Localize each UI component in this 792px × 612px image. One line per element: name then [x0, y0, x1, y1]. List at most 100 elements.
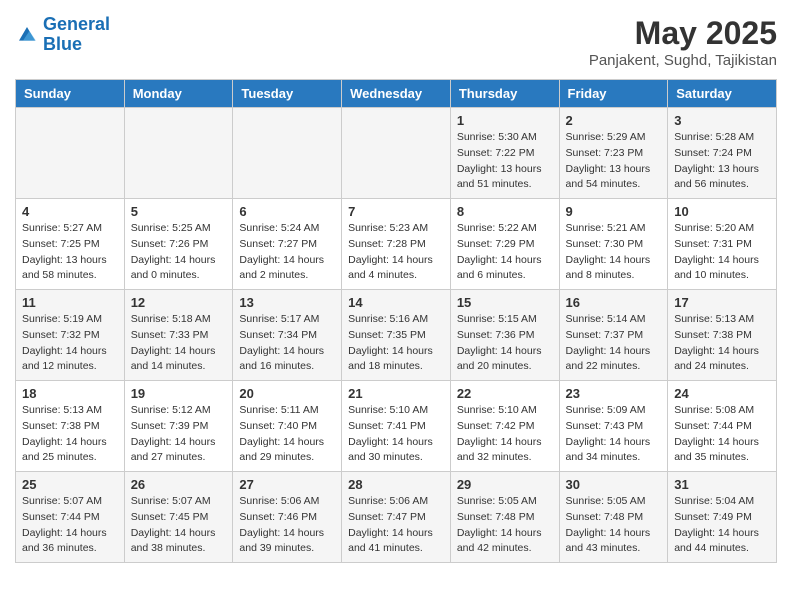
day-info: Sunrise: 5:11 AM Sunset: 7:40 PM Dayligh…: [239, 403, 335, 466]
daylight-text: Daylight: 14 hours and 24 minutes.: [674, 344, 770, 376]
day-number: 29: [457, 477, 553, 492]
day-info: Sunrise: 5:12 AM Sunset: 7:39 PM Dayligh…: [131, 403, 227, 466]
sunset-text: Sunset: 7:49 PM: [674, 510, 770, 526]
daylight-text: Daylight: 14 hours and 16 minutes.: [239, 344, 335, 376]
day-number: 14: [348, 295, 444, 310]
calendar-cell-4-1: 18 Sunrise: 5:13 AM Sunset: 7:38 PM Dayl…: [16, 381, 125, 472]
sunrise-text: Sunrise: 5:20 AM: [674, 221, 770, 237]
calendar-cell-5-1: 25 Sunrise: 5:07 AM Sunset: 7:44 PM Dayl…: [16, 472, 125, 563]
day-number: 4: [22, 204, 118, 219]
calendar-cell-5-3: 27 Sunrise: 5:06 AM Sunset: 7:46 PM Dayl…: [233, 472, 342, 563]
daylight-text: Daylight: 14 hours and 0 minutes.: [131, 253, 227, 285]
day-info: Sunrise: 5:05 AM Sunset: 7:48 PM Dayligh…: [566, 494, 662, 557]
calendar-week-2: 4 Sunrise: 5:27 AM Sunset: 7:25 PM Dayli…: [16, 199, 777, 290]
sunset-text: Sunset: 7:44 PM: [674, 419, 770, 435]
calendar-header: SundayMondayTuesdayWednesdayThursdayFrid…: [16, 80, 777, 108]
daylight-text: Daylight: 14 hours and 41 minutes.: [348, 526, 444, 558]
calendar-cell-4-3: 20 Sunrise: 5:11 AM Sunset: 7:40 PM Dayl…: [233, 381, 342, 472]
location: Panjakent, Sughd, Tajikistan: [589, 52, 777, 69]
sunrise-text: Sunrise: 5:28 AM: [674, 130, 770, 146]
calendar-cell-1-2: [124, 108, 233, 199]
daylight-text: Daylight: 13 hours and 54 minutes.: [566, 162, 662, 194]
daylight-text: Daylight: 14 hours and 36 minutes.: [22, 526, 118, 558]
sunrise-text: Sunrise: 5:22 AM: [457, 221, 553, 237]
calendar-cell-5-6: 30 Sunrise: 5:05 AM Sunset: 7:48 PM Dayl…: [559, 472, 668, 563]
daylight-text: Daylight: 14 hours and 42 minutes.: [457, 526, 553, 558]
day-info: Sunrise: 5:14 AM Sunset: 7:37 PM Dayligh…: [566, 312, 662, 375]
sunrise-text: Sunrise: 5:18 AM: [131, 312, 227, 328]
day-info: Sunrise: 5:24 AM Sunset: 7:27 PM Dayligh…: [239, 221, 335, 284]
day-number: 30: [566, 477, 662, 492]
sunrise-text: Sunrise: 5:04 AM: [674, 494, 770, 510]
day-info: Sunrise: 5:10 AM Sunset: 7:42 PM Dayligh…: [457, 403, 553, 466]
sunset-text: Sunset: 7:32 PM: [22, 328, 118, 344]
daylight-text: Daylight: 14 hours and 18 minutes.: [348, 344, 444, 376]
daylight-text: Daylight: 14 hours and 38 minutes.: [131, 526, 227, 558]
sunrise-text: Sunrise: 5:10 AM: [457, 403, 553, 419]
sunset-text: Sunset: 7:26 PM: [131, 237, 227, 253]
sunrise-text: Sunrise: 5:14 AM: [566, 312, 662, 328]
calendar-body: 1 Sunrise: 5:30 AM Sunset: 7:22 PM Dayli…: [16, 108, 777, 563]
day-number: 6: [239, 204, 335, 219]
daylight-text: Daylight: 14 hours and 34 minutes.: [566, 435, 662, 467]
daylight-text: Daylight: 14 hours and 22 minutes.: [566, 344, 662, 376]
day-info: Sunrise: 5:19 AM Sunset: 7:32 PM Dayligh…: [22, 312, 118, 375]
weekday-header-tuesday: Tuesday: [233, 80, 342, 108]
calendar-cell-3-2: 12 Sunrise: 5:18 AM Sunset: 7:33 PM Dayl…: [124, 290, 233, 381]
day-number: 12: [131, 295, 227, 310]
calendar-cell-3-6: 16 Sunrise: 5:14 AM Sunset: 7:37 PM Dayl…: [559, 290, 668, 381]
calendar-table: SundayMondayTuesdayWednesdayThursdayFrid…: [15, 79, 777, 563]
day-info: Sunrise: 5:07 AM Sunset: 7:45 PM Dayligh…: [131, 494, 227, 557]
daylight-text: Daylight: 14 hours and 20 minutes.: [457, 344, 553, 376]
sunrise-text: Sunrise: 5:12 AM: [131, 403, 227, 419]
calendar-cell-3-3: 13 Sunrise: 5:17 AM Sunset: 7:34 PM Dayl…: [233, 290, 342, 381]
sunset-text: Sunset: 7:25 PM: [22, 237, 118, 253]
sunset-text: Sunset: 7:29 PM: [457, 237, 553, 253]
daylight-text: Daylight: 14 hours and 2 minutes.: [239, 253, 335, 285]
calendar-cell-5-5: 29 Sunrise: 5:05 AM Sunset: 7:48 PM Dayl…: [450, 472, 559, 563]
day-number: 7: [348, 204, 444, 219]
day-number: 1: [457, 113, 553, 128]
sunrise-text: Sunrise: 5:10 AM: [348, 403, 444, 419]
sunset-text: Sunset: 7:38 PM: [22, 419, 118, 435]
day-number: 26: [131, 477, 227, 492]
day-info: Sunrise: 5:10 AM Sunset: 7:41 PM Dayligh…: [348, 403, 444, 466]
daylight-text: Daylight: 14 hours and 29 minutes.: [239, 435, 335, 467]
calendar-cell-4-6: 23 Sunrise: 5:09 AM Sunset: 7:43 PM Dayl…: [559, 381, 668, 472]
calendar-cell-4-4: 21 Sunrise: 5:10 AM Sunset: 7:41 PM Dayl…: [342, 381, 451, 472]
day-number: 15: [457, 295, 553, 310]
calendar-cell-1-3: [233, 108, 342, 199]
logo-icon: [15, 23, 39, 47]
sunrise-text: Sunrise: 5:30 AM: [457, 130, 553, 146]
day-number: 8: [457, 204, 553, 219]
sunrise-text: Sunrise: 5:21 AM: [566, 221, 662, 237]
daylight-text: Daylight: 14 hours and 35 minutes.: [674, 435, 770, 467]
day-info: Sunrise: 5:13 AM Sunset: 7:38 PM Dayligh…: [22, 403, 118, 466]
calendar-cell-3-1: 11 Sunrise: 5:19 AM Sunset: 7:32 PM Dayl…: [16, 290, 125, 381]
page-header: General Blue May 2025 Panjakent, Sughd, …: [15, 15, 777, 69]
day-info: Sunrise: 5:20 AM Sunset: 7:31 PM Dayligh…: [674, 221, 770, 284]
day-number: 24: [674, 386, 770, 401]
day-info: Sunrise: 5:13 AM Sunset: 7:38 PM Dayligh…: [674, 312, 770, 375]
calendar-cell-5-2: 26 Sunrise: 5:07 AM Sunset: 7:45 PM Dayl…: [124, 472, 233, 563]
day-info: Sunrise: 5:06 AM Sunset: 7:46 PM Dayligh…: [239, 494, 335, 557]
day-info: Sunrise: 5:27 AM Sunset: 7:25 PM Dayligh…: [22, 221, 118, 284]
calendar-cell-2-3: 6 Sunrise: 5:24 AM Sunset: 7:27 PM Dayli…: [233, 199, 342, 290]
calendar-cell-2-4: 7 Sunrise: 5:23 AM Sunset: 7:28 PM Dayli…: [342, 199, 451, 290]
sunset-text: Sunset: 7:47 PM: [348, 510, 444, 526]
day-info: Sunrise: 5:16 AM Sunset: 7:35 PM Dayligh…: [348, 312, 444, 375]
calendar-cell-2-7: 10 Sunrise: 5:20 AM Sunset: 7:31 PM Dayl…: [668, 199, 777, 290]
calendar-cell-1-6: 2 Sunrise: 5:29 AM Sunset: 7:23 PM Dayli…: [559, 108, 668, 199]
calendar-cell-4-5: 22 Sunrise: 5:10 AM Sunset: 7:42 PM Dayl…: [450, 381, 559, 472]
daylight-text: Daylight: 14 hours and 14 minutes.: [131, 344, 227, 376]
day-info: Sunrise: 5:04 AM Sunset: 7:49 PM Dayligh…: [674, 494, 770, 557]
calendar-cell-2-6: 9 Sunrise: 5:21 AM Sunset: 7:30 PM Dayli…: [559, 199, 668, 290]
daylight-text: Daylight: 13 hours and 58 minutes.: [22, 253, 118, 285]
weekday-header-wednesday: Wednesday: [342, 80, 451, 108]
sunrise-text: Sunrise: 5:25 AM: [131, 221, 227, 237]
logo-line1: General: [43, 14, 110, 34]
day-number: 27: [239, 477, 335, 492]
calendar-cell-2-2: 5 Sunrise: 5:25 AM Sunset: 7:26 PM Dayli…: [124, 199, 233, 290]
sunrise-text: Sunrise: 5:05 AM: [457, 494, 553, 510]
sunrise-text: Sunrise: 5:07 AM: [22, 494, 118, 510]
